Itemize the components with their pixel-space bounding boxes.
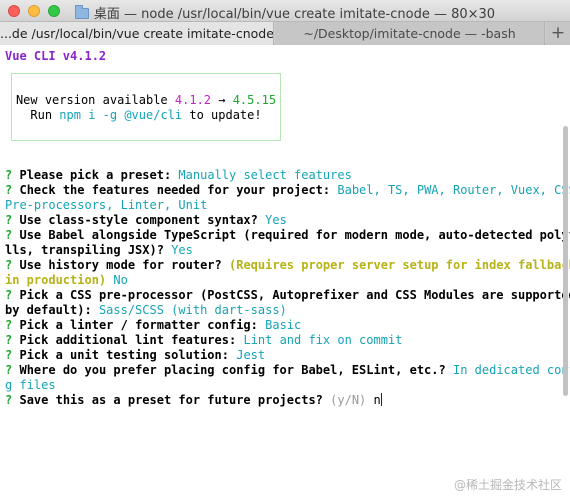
prompt-css-preprocessor: ? Pick a CSS pre-processor (PostCSS, Aut…: [5, 288, 570, 302]
prompt-linter-config: ? Pick a linter / formatter config: Basi…: [5, 318, 302, 332]
prompt-babel-ts: ? Use Babel alongside TypeScript (requir…: [5, 228, 570, 242]
text-cursor: [380, 393, 382, 406]
prompt-config-placement: ? Where do you prefer placing config for…: [5, 363, 570, 377]
update-command: npm i -g @vue/cli: [59, 108, 183, 122]
vue-cli-version: Vue CLI v4.1.2: [5, 49, 107, 63]
folder-icon: [74, 5, 89, 19]
tab-bar: ...de /usr/local/bin/vue create imitate-…: [0, 22, 570, 45]
prompt-lint-features: ? Pick additional lint features: Lint an…: [5, 333, 403, 347]
prompt-css-preprocessor-cont: by default): Sass/SCSS (with dart-sass): [5, 303, 287, 317]
update-notice-box: New version available 4.1.2 → 4.5.15 Run…: [11, 73, 281, 141]
window-title-text: 桌面 — node /usr/local/bin/vue create imit…: [93, 7, 496, 22]
user-input[interactable]: n: [374, 393, 381, 407]
prompt-config-placement-cont: g files: [5, 378, 56, 392]
prompt-preset: ? Please pick a preset: Manually select …: [5, 168, 352, 182]
terminal-window: 桌面 — node /usr/local/bin/vue create imit…: [0, 0, 570, 503]
new-tab-button[interactable]: +: [546, 22, 570, 45]
scrollbar[interactable]: [563, 126, 568, 396]
yn-hint: (y/N): [330, 393, 367, 407]
tab-bash[interactable]: ~/Desktop/imitate-cnode — -bash: [275, 22, 545, 45]
new-version: 4.5.15: [232, 93, 277, 107]
update-notice-line2: Run npm i -g @vue/cli to update!: [30, 108, 262, 122]
prompt-history-mode: ? Use history mode for router? (Requires…: [5, 258, 570, 272]
terminal-content[interactable]: Vue CLI v4.1.2 New version available 4.1…: [0, 46, 570, 503]
prompt-unit-testing: ? Pick a unit testing solution: Jest: [5, 348, 266, 362]
prompt-babel-ts-cont: lls, transpiling JSX)? Yes: [5, 243, 193, 257]
current-version: 4.1.2: [174, 93, 212, 107]
watermark: @稀土掘金技术社区: [453, 478, 562, 492]
prompt-class-style: ? Use class-style component syntax? Yes: [5, 213, 287, 227]
prompt-mark: ?: [5, 168, 13, 182]
window-title: 桌面 — node /usr/local/bin/vue create imit…: [0, 3, 570, 22]
title-bar[interactable]: 桌面 — node /usr/local/bin/vue create imit…: [0, 0, 570, 22]
prompt-save-preset[interactable]: ? Save this as a preset for future proje…: [5, 393, 382, 408]
prompt-history-mode-cont: in production) No: [5, 273, 128, 287]
tab-vue-create[interactable]: ...de /usr/local/bin/vue create imitate-…: [0, 22, 274, 45]
prompt-features: ? Check the features needed for your pro…: [5, 183, 570, 197]
prompt-features-cont: Pre-processors, Linter, Unit: [5, 198, 208, 212]
update-notice-line1: New version available 4.1.2 → 4.5.15: [15, 93, 277, 107]
